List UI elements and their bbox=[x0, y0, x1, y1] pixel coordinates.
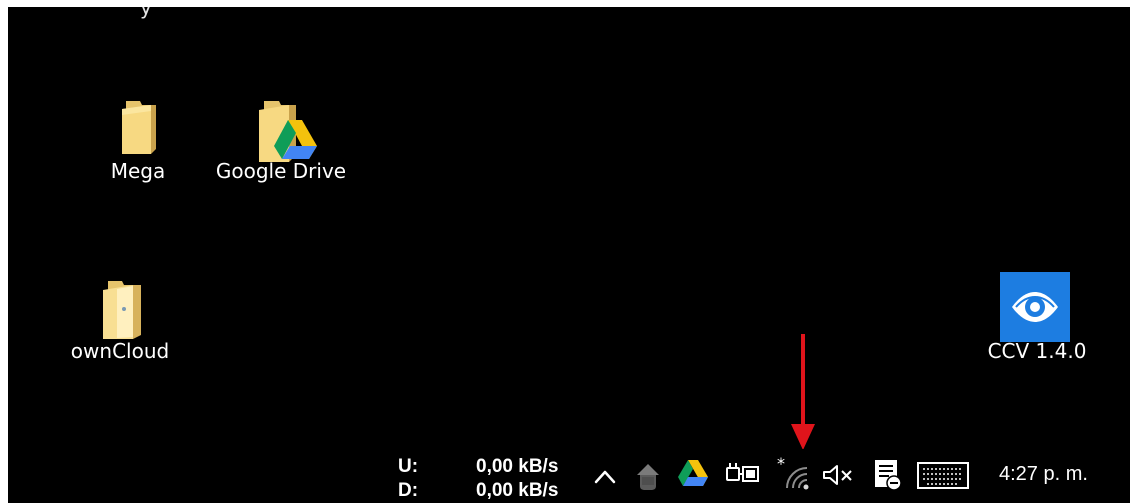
svg-text:*: * bbox=[777, 457, 785, 473]
desktop-icon-label: CCV 1.4.0 bbox=[987, 339, 1087, 363]
desktop-icon-label: ownCloud bbox=[70, 339, 170, 363]
owncloud-folder-icon bbox=[103, 281, 141, 339]
download-speed: 0,00 kB/s bbox=[476, 480, 559, 501]
taskbar: U: D: 0,00 kB/s 0,00 kB/s * 4:27 p. m. bbox=[8, 449, 1130, 503]
google-drive-folder-icon bbox=[259, 101, 317, 162]
desktop-icon-ccv[interactable]: CCV 1.4.0 bbox=[962, 271, 1112, 363]
upload-speed: 0,00 kB/s bbox=[476, 456, 559, 477]
eye-icon bbox=[1012, 292, 1058, 322]
notification-icon[interactable] bbox=[873, 458, 903, 492]
speaker-muted-icon[interactable] bbox=[822, 463, 854, 487]
annotation-arrow bbox=[791, 334, 815, 450]
desktop-icon-owncloud[interactable]: ownCloud bbox=[45, 271, 195, 363]
upload-label: U: bbox=[398, 456, 419, 477]
screenshot: y Mega Google Drive ownCloud CCV 1.4.0 U… bbox=[0, 0, 1133, 503]
owncloud-folder-icon-container bbox=[45, 271, 195, 339]
cloud-icon[interactable] bbox=[633, 459, 663, 491]
google-drive-folder-icon-container bbox=[206, 91, 356, 162]
partially-visible-desktop-label: y bbox=[140, 7, 152, 19]
power-plug-icon[interactable] bbox=[726, 461, 760, 485]
desktop-icon-google-drive[interactable]: Google Drive bbox=[206, 91, 356, 183]
google-drive-icon[interactable] bbox=[677, 459, 709, 487]
chevron-up-icon[interactable] bbox=[594, 467, 616, 485]
desktop-icon-label: Mega bbox=[110, 159, 166, 183]
ccv-app-icon bbox=[1000, 272, 1070, 342]
taskbar-clock[interactable]: 4:27 p. m. bbox=[999, 463, 1119, 485]
wifi-icon[interactable]: * bbox=[776, 457, 812, 493]
desktop: y Mega Google Drive ownCloud CCV 1.4.0 U… bbox=[8, 7, 1130, 503]
folder-icon bbox=[122, 101, 156, 154]
desktop-icon-mega[interactable]: Mega bbox=[63, 91, 213, 183]
download-label: D: bbox=[398, 480, 419, 501]
keyboard-icon[interactable] bbox=[917, 461, 969, 491]
ccv-app-icon-container bbox=[962, 271, 1112, 342]
folder-icon-container bbox=[63, 91, 213, 159]
